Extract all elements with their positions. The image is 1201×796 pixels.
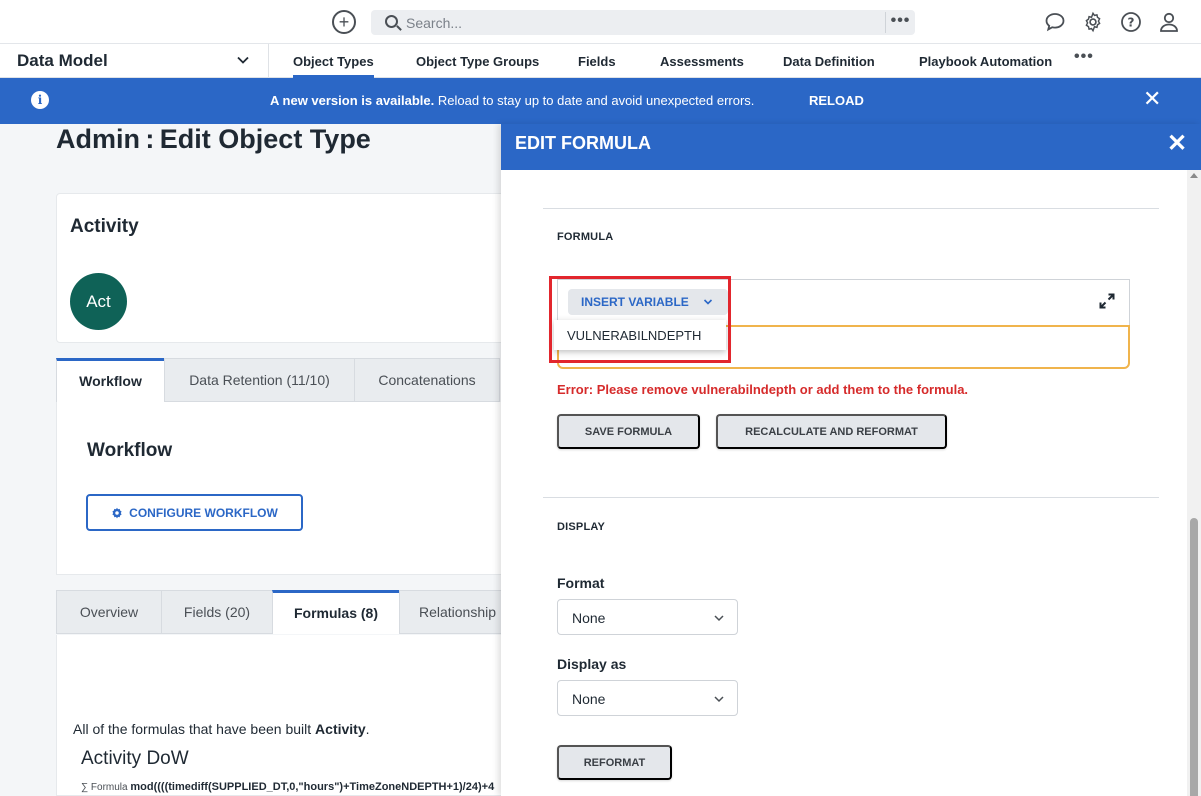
module-title: Data Model (17, 51, 108, 70)
tab-fields[interactable]: Fields (20) (161, 590, 273, 634)
nav-bar: Data Model Object Types Object Type Grou… (0, 44, 1201, 78)
search-input[interactable]: Search... (406, 15, 462, 31)
edit-formula-panel: EDIT FORMULA ✕ FORMULA INSERT VARIABLE V… (501, 124, 1201, 796)
nav-tab-fields[interactable]: Fields (578, 54, 616, 69)
avatar: Act (70, 273, 127, 330)
display-section-label: DISPLAY (557, 521, 606, 533)
format-value: None (572, 610, 606, 626)
user-icon[interactable] (1157, 10, 1181, 34)
nav-tab-assessments[interactable]: Assessments (660, 54, 744, 69)
formula-name[interactable]: Activity DoW (81, 748, 189, 770)
save-formula-button[interactable]: SAVE FORMULA (557, 414, 700, 449)
nav-tab-playbook-automation[interactable]: Playbook Automation (919, 54, 1052, 69)
display-as-select[interactable]: None (557, 680, 738, 716)
display-as-value: None (572, 691, 606, 707)
detail-tabs: Overview Fields (20) Formulas (8) Relati… (56, 590, 516, 635)
chevron-down-icon (236, 53, 250, 72)
banner-message: A new version is available. Reload to st… (270, 93, 754, 108)
panel-title: EDIT FORMULA (515, 133, 651, 153)
banner-bold-text: A new version is available. (270, 93, 435, 108)
configure-workflow-button[interactable]: CONFIGURE WORKFLOW (86, 494, 303, 531)
update-banner: i A new version is available. Reload to … (0, 78, 1201, 124)
tab-overview[interactable]: Overview (56, 590, 162, 634)
tab-data-retention[interactable]: Data Retention (11/10) (164, 358, 355, 402)
banner-text: Reload to stay up to date and avoid unex… (434, 93, 755, 108)
divider (543, 497, 1159, 498)
configure-workflow-label: CONFIGURE WORKFLOW (129, 505, 278, 520)
reload-button[interactable]: RELOAD (809, 93, 864, 108)
format-label: Format (557, 575, 605, 591)
banner-close-icon[interactable]: ✕ (1143, 86, 1161, 112)
add-icon[interactable]: + (332, 10, 356, 34)
object-name: Activity (70, 216, 139, 237)
nav-tab-data-definition[interactable]: Data Definition (783, 54, 875, 69)
formulas-card: All of the formulas that have been built… (56, 635, 516, 796)
svg-text:?: ? (1128, 16, 1135, 30)
tab-relationships[interactable]: Relationship (399, 590, 516, 634)
expand-icon[interactable] (1099, 293, 1115, 314)
format-select[interactable]: None (557, 599, 738, 635)
formula-label: ∑ Formula (81, 782, 128, 793)
formula-error: Error: Please remove vulnerabilndepth or… (557, 382, 969, 397)
formulas-description: All of the formulas that have been built… (73, 721, 370, 737)
info-icon: i (31, 91, 49, 109)
workflow-card: Workflow CONFIGURE WORKFLOW (56, 402, 516, 575)
search-bar[interactable]: Search... ••• (371, 10, 915, 35)
highlight-box (549, 276, 731, 363)
search-options-icon[interactable]: ••• (885, 12, 915, 33)
panel-scrollbar[interactable] (1187, 170, 1201, 796)
nav-tab-object-types[interactable]: Object Types (293, 54, 374, 78)
top-bar: + Search... ••• ? (0, 0, 1201, 44)
workflow-title: Workflow (87, 440, 173, 461)
search-icon (385, 15, 398, 28)
formula-section-label: FORMULA (557, 231, 614, 243)
chevron-down-icon (713, 692, 725, 708)
formulas-desc-suffix: . (365, 721, 370, 737)
chat-icon[interactable] (1043, 10, 1067, 34)
tab-formulas[interactable]: Formulas (8) (272, 590, 400, 634)
gear-icon[interactable] (1081, 10, 1105, 34)
close-icon[interactable]: ✕ (1167, 129, 1187, 158)
object-tabs: Workflow Data Retention (11/10) Concaten… (56, 358, 516, 402)
formula-text: mod((((timediff(SUPPLIED_DT,0,"hours")+T… (130, 781, 495, 793)
recalculate-reformat-button[interactable]: RECALCULATE AND REFORMAT (716, 414, 947, 449)
object-card: Activity Act (56, 193, 516, 343)
scroll-thumb[interactable] (1190, 518, 1198, 796)
nav-more-icon[interactable]: ••• (1074, 48, 1094, 66)
help-icon[interactable]: ? (1119, 10, 1143, 34)
formulas-desc-text: All of the formulas that have been built (73, 721, 316, 737)
tab-workflow[interactable]: Workflow (56, 358, 165, 402)
page-title: Admin : Edit Object Type (56, 124, 371, 154)
module-selector[interactable]: Data Model (0, 44, 269, 78)
display-as-label: Display as (557, 656, 627, 672)
divider (543, 208, 1159, 209)
formulas-desc-object: Activity (315, 721, 366, 737)
tab-concatenations[interactable]: Concatenations (354, 358, 500, 402)
gear-icon (112, 507, 122, 518)
formula-expression: ∑ Formula mod((((timediff(SUPPLIED_DT,0,… (81, 781, 501, 793)
nav-tab-object-type-groups[interactable]: Object Type Groups (416, 54, 539, 69)
reformat-button[interactable]: REFORMAT (557, 745, 672, 780)
scroll-up-arrow-icon[interactable] (1190, 173, 1198, 178)
chevron-down-icon (713, 611, 725, 627)
panel-header: EDIT FORMULA ✕ (501, 124, 1201, 170)
